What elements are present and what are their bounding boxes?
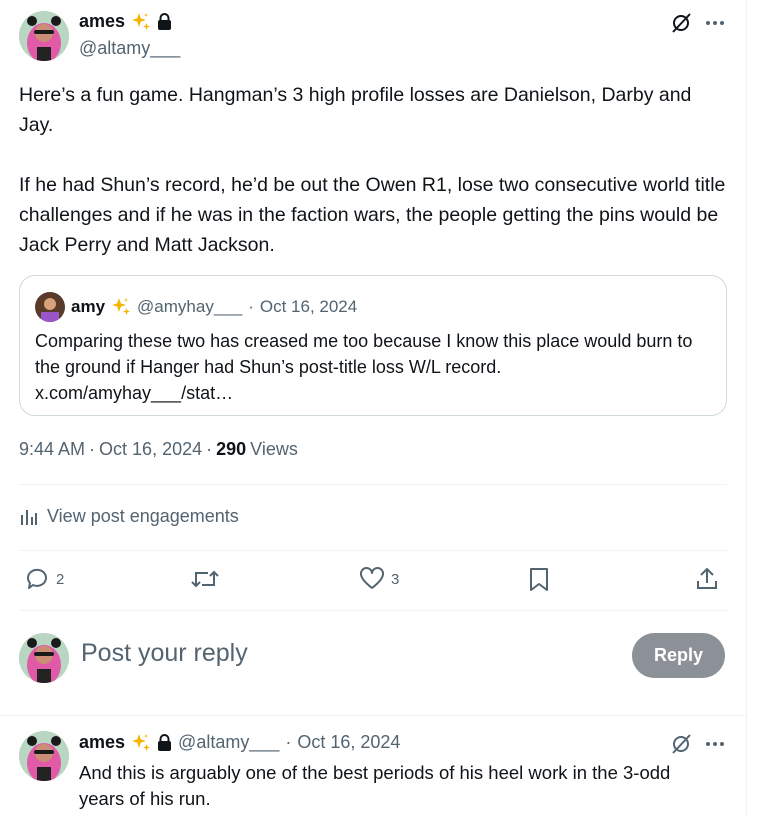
share-action[interactable]	[695, 566, 719, 592]
avatar[interactable]	[19, 11, 69, 61]
meta-separator: ·	[206, 439, 213, 459]
divider	[19, 484, 727, 485]
quote-text: Comparing these two has creased me too b…	[35, 331, 693, 403]
reply-icon	[26, 568, 47, 589]
meta-separator: ·	[89, 439, 96, 459]
reply-date-separator: ·	[285, 732, 292, 752]
reply-text: And this is arguably one of the best per…	[79, 762, 671, 809]
grok-icon[interactable]	[670, 733, 692, 755]
avatar[interactable]	[19, 731, 69, 781]
reply-button[interactable]: Reply	[632, 633, 725, 678]
action-bar: 2 3	[19, 566, 727, 594]
tweet-date[interactable]: Oct 16, 2024	[99, 439, 202, 460]
views-count: 290	[216, 439, 247, 459]
more-options-icon[interactable]	[704, 12, 726, 34]
tweet-text: Here’s a fun game. Hangman’s 3 high prof…	[19, 84, 726, 256]
reply-input[interactable]: Post your reply	[81, 639, 248, 668]
heart-icon	[360, 567, 384, 589]
author-handle[interactable]: @altamy___	[79, 38, 180, 59]
reply-author-name[interactable]: ames	[79, 732, 125, 753]
quote-author-name: amy	[71, 297, 106, 316]
repost-icon	[191, 570, 219, 588]
grok-icon[interactable]	[670, 12, 692, 34]
divider	[19, 550, 727, 551]
divider	[0, 715, 746, 716]
tweet-time[interactable]: 9:44 AM	[19, 439, 85, 460]
timeline-border	[746, 0, 747, 816]
reply-count: 2	[56, 570, 65, 588]
quote-date: Oct 16, 2024	[259, 297, 358, 316]
sparkles-icon	[132, 12, 151, 30]
avatar	[19, 633, 69, 683]
analytics-icon	[21, 509, 37, 525]
reply-composer: Post your reply Reply	[0, 611, 746, 715]
more-options-icon[interactable]	[704, 733, 726, 755]
bookmark-icon	[530, 568, 548, 591]
lock-icon	[158, 733, 172, 751]
reply-author-handle[interactable]: @altamy___	[178, 732, 279, 753]
lock-icon	[158, 12, 172, 30]
quote-date-separator: ·	[248, 297, 254, 316]
share-icon	[697, 567, 717, 589]
author-name-row[interactable]: ames	[79, 11, 172, 32]
sparkles-icon	[112, 298, 131, 315]
sparkles-icon	[132, 733, 151, 751]
quote-avatar	[35, 292, 65, 322]
view-engagements-label[interactable]: View post engagements	[47, 506, 239, 527]
reply-action[interactable]: 2	[24, 566, 64, 592]
repost-action[interactable]	[190, 566, 226, 592]
author-name[interactable]: ames	[79, 11, 125, 32]
quoted-tweet[interactable]: amy @amyhay___ · Oct 16, 2024 Comparing …	[19, 275, 727, 416]
views-label: Views	[250, 439, 298, 459]
quote-author-handle: @amyhay___	[137, 297, 243, 316]
bookmark-action[interactable]	[527, 566, 551, 592]
like-action[interactable]: 3	[359, 566, 399, 592]
reply-date[interactable]: Oct 16, 2024	[297, 732, 400, 753]
tweet-meta: 9:44 AM · Oct 16, 2024 · 290 Views	[19, 439, 298, 460]
view-engagements-link[interactable]: View post engagements	[19, 506, 239, 527]
like-count: 3	[391, 570, 400, 588]
